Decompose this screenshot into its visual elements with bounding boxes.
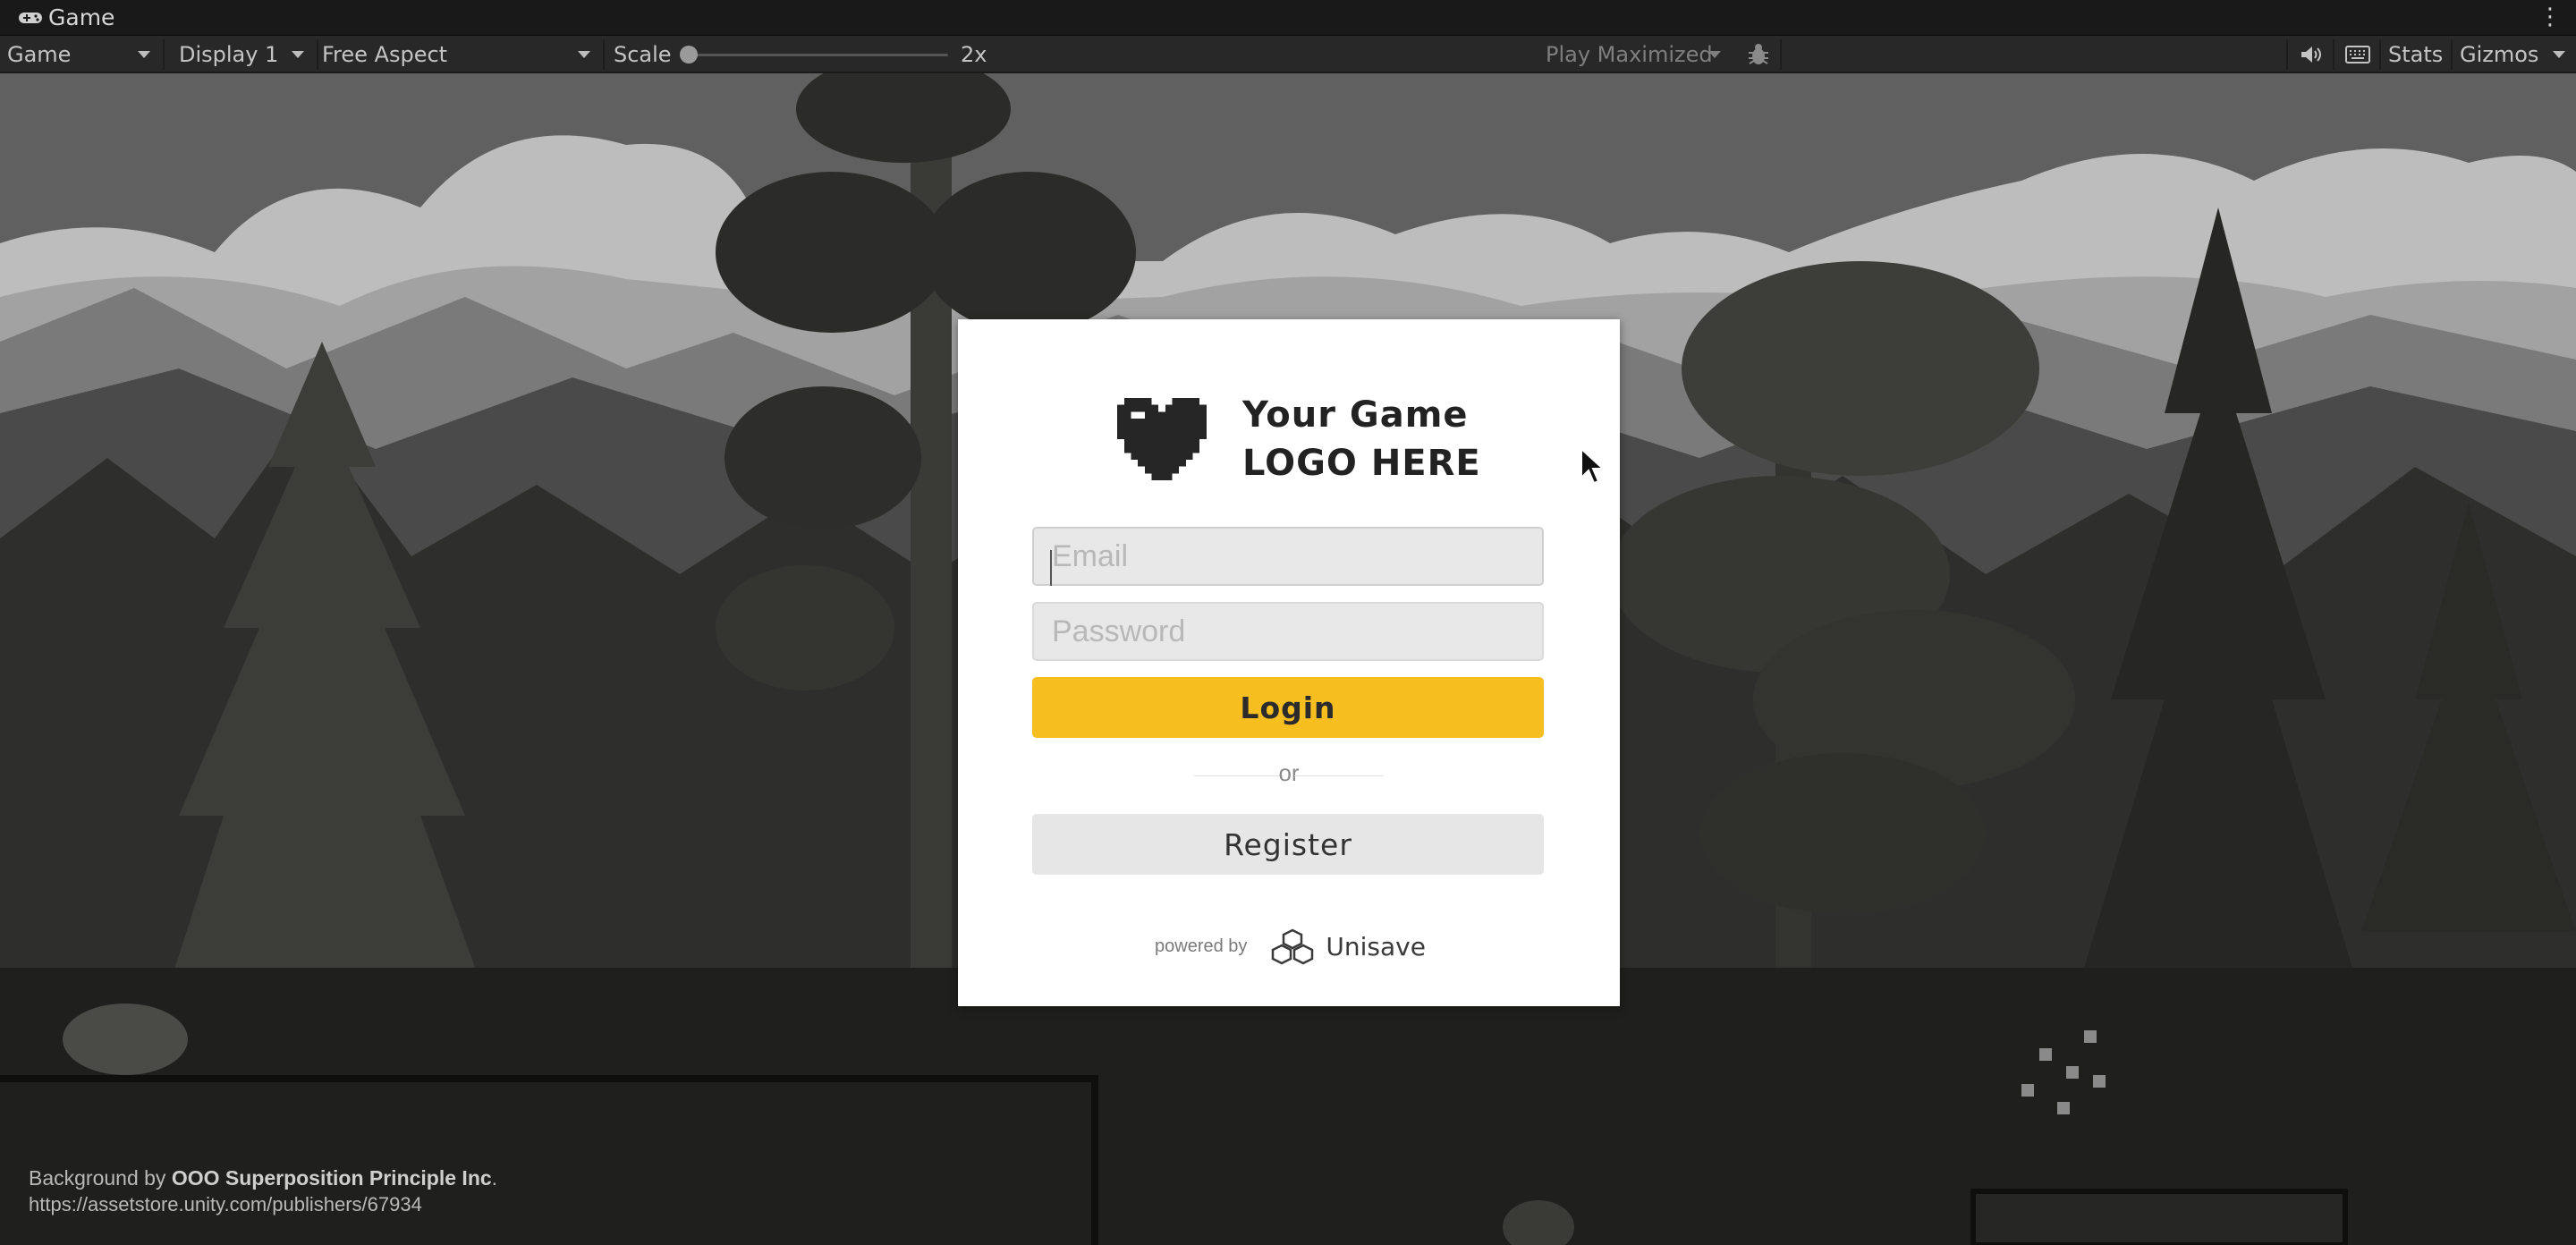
login-button[interactable]: Login xyxy=(1032,677,1544,738)
background-credit: Background by OOO Superposition Principl… xyxy=(29,1166,497,1190)
unisave-brand: Unisave xyxy=(1326,931,1426,961)
chevron-down-icon xyxy=(292,51,304,58)
powered-by-label: powered by xyxy=(1155,936,1248,956)
chevron-down-icon xyxy=(138,51,150,58)
logo-line-1: Your Game xyxy=(1242,394,1469,436)
window-titlebar: Game ⋮ xyxy=(0,0,2576,36)
divider-line-right xyxy=(1294,775,1384,776)
chevron-down-icon xyxy=(578,51,590,58)
scale-label: Scale xyxy=(614,42,672,67)
mouse-cursor-icon xyxy=(1580,447,1605,485)
gizmos-label: Gizmos xyxy=(2460,42,2539,67)
aspect-select[interactable]: Free Aspect xyxy=(318,36,601,73)
display-select-label: Display 1 xyxy=(179,42,279,67)
aspect-select-label: Free Aspect xyxy=(322,42,448,67)
credit-url[interactable]: https://assetstore.unity.com/publishers/… xyxy=(29,1193,422,1216)
game-logo: Your Game LOGO HERE xyxy=(1117,391,1481,487)
or-divider: or xyxy=(1278,759,1300,786)
password-field[interactable] xyxy=(1032,602,1544,661)
gamepad-icon xyxy=(19,12,42,23)
unisave-cubes-icon xyxy=(1272,928,1314,965)
credit-suffix: . xyxy=(491,1166,498,1190)
chevron-down-icon xyxy=(2553,51,2565,58)
pixel-heart-icon xyxy=(1117,398,1207,480)
register-button[interactable]: Register xyxy=(1032,814,1544,875)
keyboard-icon[interactable] xyxy=(2343,36,2372,73)
credit-prefix: Background by xyxy=(29,1166,166,1190)
logo-line-2: LOGO HERE xyxy=(1242,443,1481,484)
chevron-down-icon xyxy=(1708,51,1721,58)
play-mode-label: Play Maximized xyxy=(1546,42,1713,67)
toolbar-divider xyxy=(2333,39,2334,70)
stats-toggle[interactable]: Stats xyxy=(2388,36,2443,73)
toolbar-divider xyxy=(603,39,605,70)
text-caret xyxy=(1050,550,1052,586)
play-mode-select[interactable]: Play Maximized xyxy=(1537,36,1732,73)
toolbar-divider xyxy=(2379,39,2381,70)
powered-by-unisave[interactable]: powered by Unisave xyxy=(1155,927,1426,965)
display-select[interactable]: Display 1 xyxy=(165,36,315,73)
toolbar-divider xyxy=(1780,39,1782,70)
bug-icon[interactable] xyxy=(1741,36,1776,73)
scale-slider-handle[interactable] xyxy=(680,46,698,64)
kebab-menu-icon[interactable]: ⋮ xyxy=(2538,5,2562,29)
scale-value: 2x xyxy=(961,42,987,67)
toolbar-divider xyxy=(2286,39,2288,70)
view-select[interactable]: Game xyxy=(0,36,161,73)
email-field[interactable] xyxy=(1032,527,1544,586)
speaker-icon[interactable] xyxy=(2297,36,2326,73)
credit-author: OOO Superposition Principle Inc xyxy=(171,1166,492,1190)
view-select-label: Game xyxy=(7,42,72,67)
game-view-toolbar: Game Display 1 Free Aspect Scale 2x Play… xyxy=(0,36,2576,73)
game-tab-title[interactable]: Game xyxy=(48,4,114,30)
gizmos-toggle[interactable]: Gizmos xyxy=(2453,36,2576,73)
login-panel: Your Game LOGO HERE Login or Register po… xyxy=(958,319,1620,1006)
scale-slider[interactable] xyxy=(689,54,948,56)
